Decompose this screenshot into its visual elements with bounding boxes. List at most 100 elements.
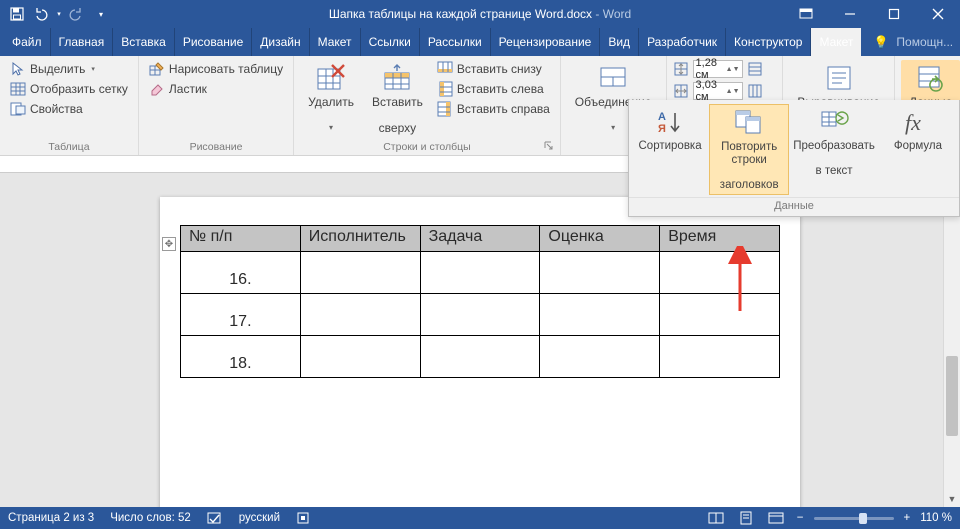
input-col-width[interactable]: 3,03 см ▲▼ [693, 82, 743, 100]
status-words[interactable]: Число слов: 52 [110, 512, 191, 524]
tab-table-design[interactable]: Конструктор [725, 28, 810, 56]
status-proofing-icon[interactable] [207, 511, 223, 525]
table-cell[interactable] [420, 336, 540, 378]
tab-file[interactable]: Файл [4, 28, 50, 56]
data-panel-group-label: Данные [629, 197, 959, 216]
cmd-delete[interactable]: Удалить [300, 60, 362, 133]
tab-view[interactable]: Вид [599, 28, 638, 56]
table-header-cell[interactable]: Задача [420, 226, 540, 252]
stepper-arrows-icon[interactable]: ▲▼ [726, 88, 740, 95]
status-macro-icon[interactable] [296, 511, 310, 525]
document-page[interactable]: ✥ № п/п Исполнитель Задача Оценка Время … [160, 197, 800, 507]
row-height-icon [673, 61, 689, 77]
group-label-rowscols: Строки и столбцы [300, 139, 554, 153]
stepper-arrows-icon[interactable]: ▲▼ [726, 66, 740, 73]
table-cell[interactable] [300, 252, 420, 294]
zoom-level[interactable]: 110 % [920, 512, 952, 524]
tab-insert[interactable]: Вставка [112, 28, 174, 56]
table-cell[interactable] [660, 336, 780, 378]
formula-icon: fx [902, 106, 934, 138]
maximize-icon[interactable] [872, 0, 916, 28]
zoom-in-icon[interactable]: + [902, 512, 913, 524]
close-icon[interactable] [916, 0, 960, 28]
zoom-out-icon[interactable]: − [795, 512, 806, 524]
table-cell[interactable]: 18. [181, 336, 301, 378]
table-header-row[interactable]: № п/п Исполнитель Задача Оценка Время [181, 226, 780, 252]
table-cell[interactable] [300, 294, 420, 336]
cmd-sort[interactable]: АЯ Сортировка [631, 104, 709, 195]
insert-col-right-icon [437, 101, 453, 117]
app-name: Word [603, 7, 631, 21]
tab-developer[interactable]: Разработчик [638, 28, 725, 56]
document-filename: Шапка таблицы на каждой странице Word.do… [329, 7, 592, 21]
undo-icon[interactable] [30, 3, 52, 25]
table-row[interactable]: 18. [181, 336, 780, 378]
tell-me-area[interactable]: 💡 Помощн... [861, 28, 960, 56]
table-header-cell[interactable]: Оценка [540, 226, 660, 252]
tell-me-label: Помощн... [896, 35, 953, 49]
cmd-repeat-header-rows[interactable]: Повторить строкизаголовков [709, 104, 789, 195]
table-header-cell[interactable]: Исполнитель [300, 226, 420, 252]
grid-icon [10, 81, 26, 97]
status-language[interactable]: русский [239, 512, 280, 524]
properties-icon [10, 101, 26, 117]
zoom-slider-knob[interactable] [859, 513, 867, 524]
table-cell[interactable] [540, 336, 660, 378]
ribbon-display-options-icon[interactable] [784, 0, 828, 28]
tab-draw[interactable]: Рисование [174, 28, 251, 56]
minimize-icon[interactable] [828, 0, 872, 28]
tab-design[interactable]: Дизайн [251, 28, 308, 56]
input-row-height[interactable]: 1,28 см ▲▼ [693, 60, 743, 78]
undo-dropdown-icon[interactable]: ▾ [54, 3, 64, 25]
table-cell[interactable] [660, 294, 780, 336]
cmd-insert-above[interactable]: Вставитьсверху [364, 60, 431, 136]
table-cell[interactable]: 16. [181, 252, 301, 294]
tab-review[interactable]: Рецензирование [490, 28, 600, 56]
table-cell[interactable] [540, 294, 660, 336]
cursor-select-icon [10, 61, 26, 77]
table-cell[interactable] [300, 336, 420, 378]
view-print-layout-icon[interactable] [735, 509, 757, 527]
cmd-insert-below[interactable]: Вставить снизу [433, 60, 554, 78]
cmd-show-grid[interactable]: Отобразить сетку [6, 80, 132, 98]
zoom-slider[interactable] [814, 517, 894, 520]
status-page[interactable]: Страница 2 из 3 [8, 512, 94, 524]
tab-references[interactable]: Ссылки [360, 28, 419, 56]
document-table[interactable]: № п/п Исполнитель Задача Оценка Время 16… [180, 225, 780, 378]
table-row[interactable]: 16. [181, 252, 780, 294]
table-header-cell[interactable]: Время [660, 226, 780, 252]
tab-table-layout[interactable]: Макет [810, 28, 861, 56]
cmd-insert-left[interactable]: Вставить слева [433, 80, 554, 98]
table-cell[interactable] [540, 252, 660, 294]
group-label-draw: Рисование [145, 139, 287, 153]
tab-home[interactable]: Главная [50, 28, 113, 56]
cmd-properties[interactable]: Свойства [6, 100, 132, 118]
distribute-cols-icon[interactable] [747, 83, 763, 99]
cmd-convert-to-text[interactable]: Преобразоватьв текст [789, 104, 879, 195]
tab-mailings[interactable]: Рассылки [419, 28, 490, 56]
cmd-select[interactable]: Выделить ▾ [6, 60, 132, 78]
table-cell[interactable]: 17. [181, 294, 301, 336]
redo-icon[interactable] [66, 3, 88, 25]
table-move-handle-icon[interactable]: ✥ [162, 237, 176, 251]
scrollbar-thumb[interactable] [946, 356, 958, 436]
scroll-down-arrow-icon[interactable]: ▼ [944, 490, 960, 507]
view-read-mode-icon[interactable] [705, 509, 727, 527]
table-cell[interactable] [660, 252, 780, 294]
table-cell[interactable] [420, 252, 540, 294]
table-cell[interactable] [420, 294, 540, 336]
cmd-eraser[interactable]: Ластик [145, 80, 287, 98]
qat-customize-icon[interactable]: ▾ [90, 3, 112, 25]
dialog-launcher-icon[interactable] [544, 141, 554, 151]
cmd-formula[interactable]: fx Формула [879, 104, 957, 195]
data-icon [915, 62, 947, 94]
table-header-cell[interactable]: № п/п [181, 226, 301, 252]
tab-layout[interactable]: Макет [309, 28, 360, 56]
cmd-insert-right[interactable]: Вставить справа [433, 100, 554, 118]
distribute-rows-icon[interactable] [747, 61, 763, 77]
view-web-layout-icon[interactable] [765, 509, 787, 527]
save-icon[interactable] [6, 3, 28, 25]
alignment-icon [823, 62, 855, 94]
cmd-draw-table[interactable]: Нарисовать таблицу [145, 60, 287, 78]
table-row[interactable]: 17. [181, 294, 780, 336]
